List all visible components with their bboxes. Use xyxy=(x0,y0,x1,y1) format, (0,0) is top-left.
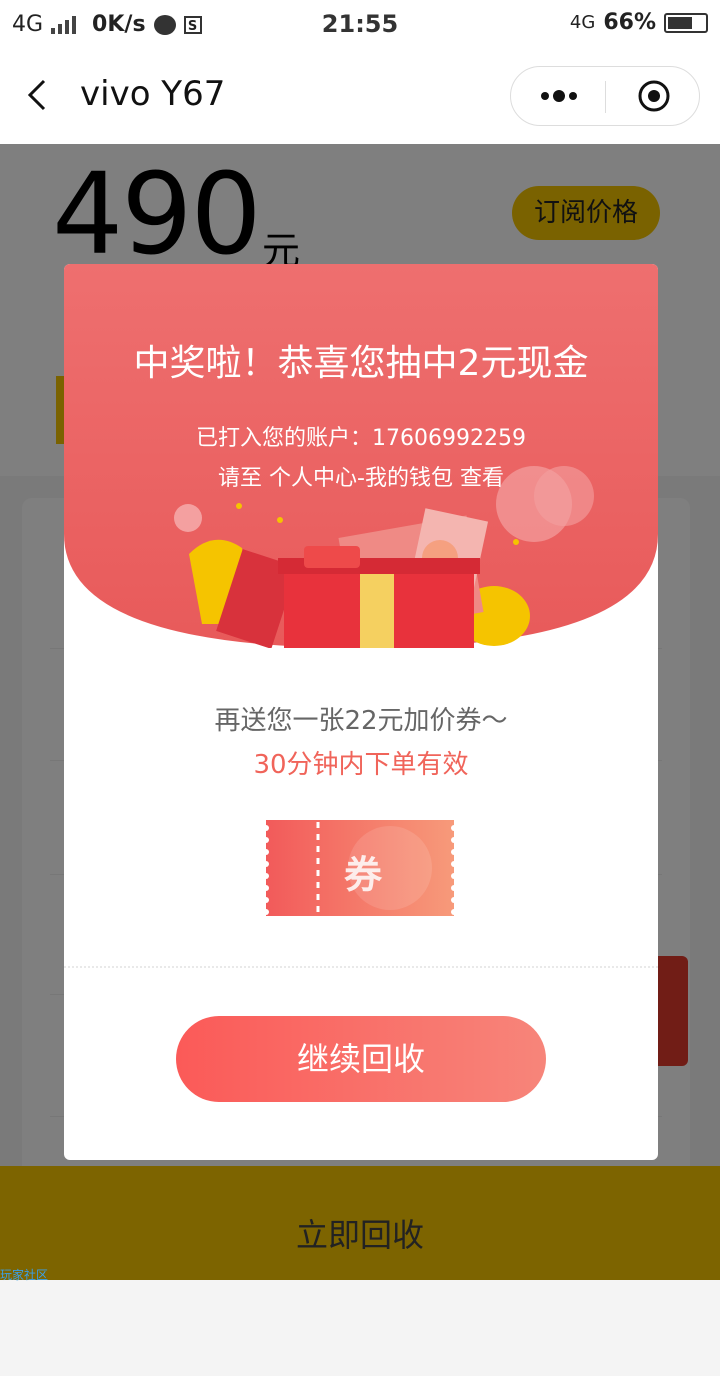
status-bar: 4G 0K/s S 21:55 4G 66% xyxy=(0,0,720,50)
prize-banner: 中奖啦！恭喜您抽中2元现金 已打入您的账户：17606992259 请至 个人中… xyxy=(64,264,658,648)
watermark: 玩家社区 xyxy=(0,1268,49,1282)
prize-modal: 中奖啦！恭喜您抽中2元现金 已打入您的账户：17606992259 请至 个人中… xyxy=(64,264,658,1160)
bonus-text: 再送您一张22元加价券～ xyxy=(214,706,508,736)
battery-percent: 66% xyxy=(603,10,656,35)
gift-illustration xyxy=(64,264,658,648)
recycle-now-bar-dimmed[interactable]: 立即回收 xyxy=(0,1166,720,1280)
continue-recycle-button[interactable]: 继续回收 xyxy=(176,1016,546,1102)
battery-icon xyxy=(664,12,708,33)
wallet-hint: 请至 个人中心-我的钱包 查看 xyxy=(218,466,504,491)
prize-headline: 中奖啦！恭喜您抽中2元现金 xyxy=(133,343,589,384)
coupon-label: 券 xyxy=(344,853,383,897)
navigation-bar: vivo Y67 xyxy=(0,50,720,144)
capsule-divider xyxy=(605,81,606,113)
account-line: 已打入您的账户：17606992259 xyxy=(196,426,526,451)
mini-program-capsule xyxy=(510,66,700,126)
back-arrow-icon[interactable] xyxy=(22,78,56,112)
page-title: vivo Y67 xyxy=(80,74,226,114)
network-type-right: 4G xyxy=(569,12,596,33)
modal-divider xyxy=(64,966,658,968)
recycle-now-label: 立即回收 xyxy=(295,1216,424,1254)
close-program-icon[interactable] xyxy=(637,79,671,113)
more-options-icon[interactable] xyxy=(539,89,579,103)
validity-text: 30分钟内下单有效 xyxy=(253,750,469,780)
coupon-ticket[interactable]: 券 xyxy=(262,820,458,916)
